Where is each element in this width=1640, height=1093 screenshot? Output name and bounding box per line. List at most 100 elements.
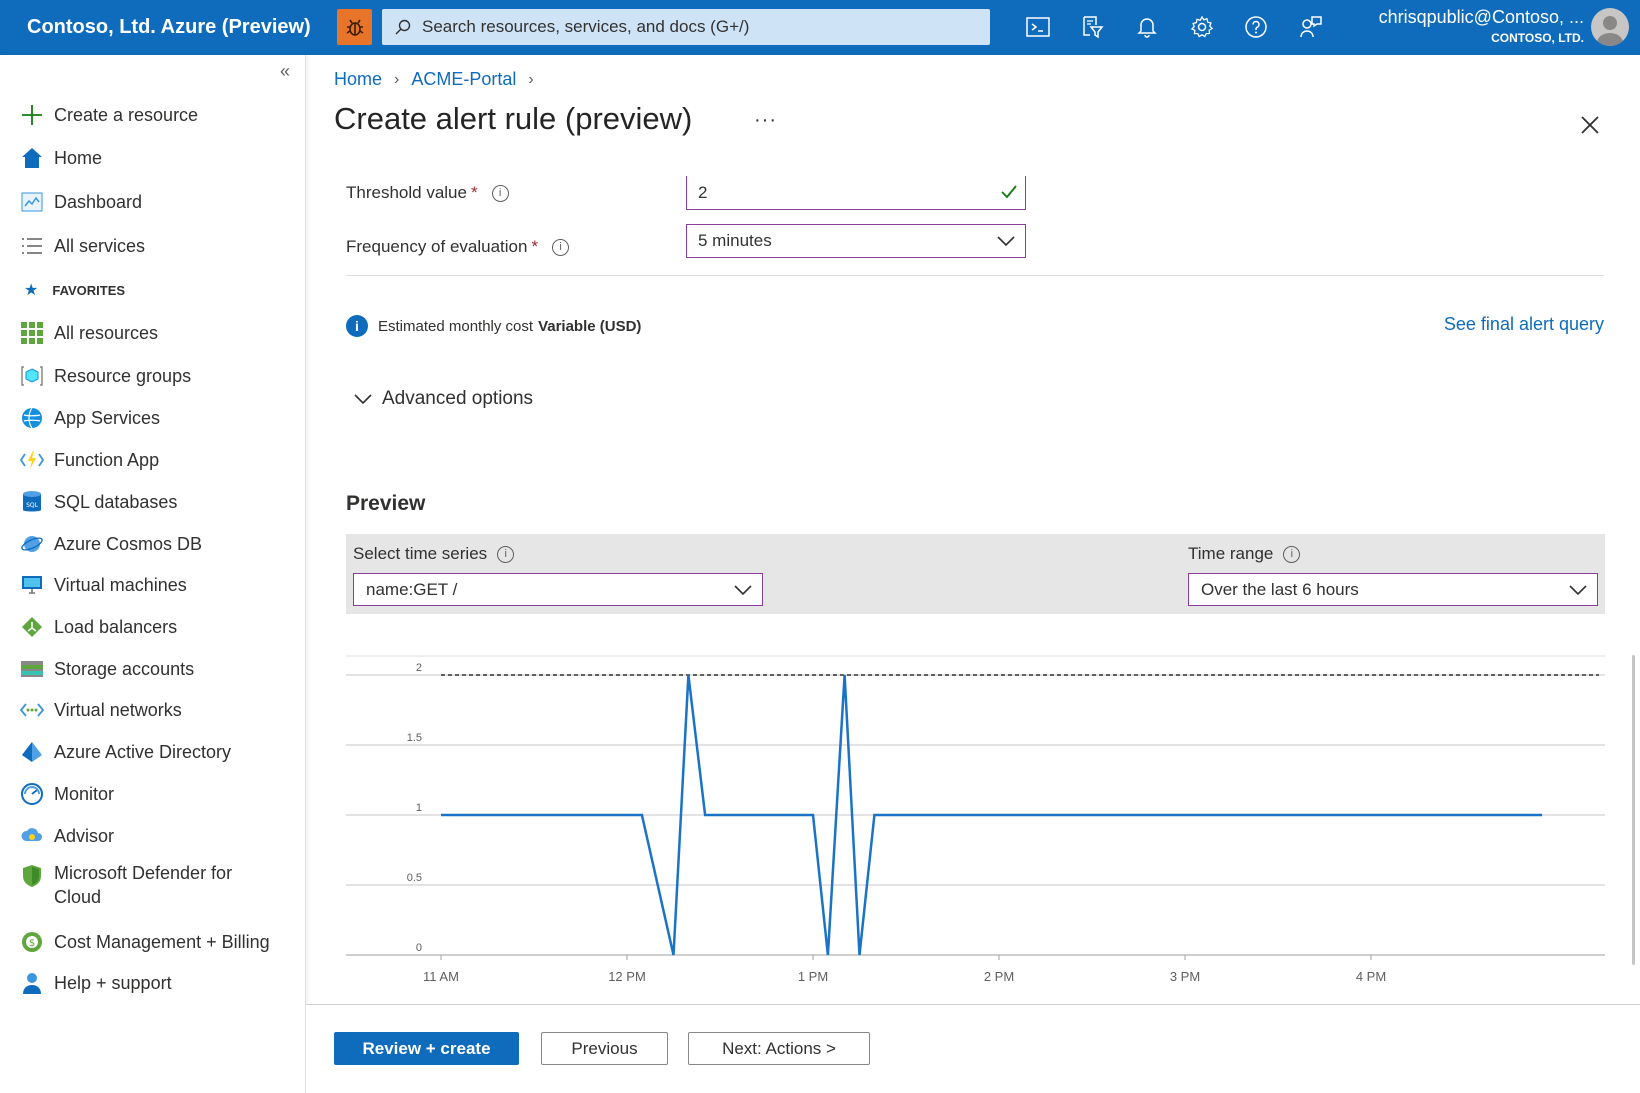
chevron-right-icon: ›: [394, 70, 400, 88]
sidebar-item-sql-databases[interactable]: SQL SQL databases: [20, 486, 177, 518]
time-range-label-text: Time range: [1188, 544, 1274, 563]
advanced-options-toggle[interactable]: Advanced options: [354, 388, 533, 410]
sidebar-item-create-resource[interactable]: Create a resource: [20, 99, 198, 131]
sql-icon: SQL: [20, 490, 44, 514]
sidebar-item-dashboard[interactable]: Dashboard: [20, 186, 142, 218]
global-search[interactable]: [382, 9, 990, 45]
x-tick-label: 4 PM: [1356, 969, 1386, 984]
favorites-header: ★ FAVORITES: [24, 280, 125, 300]
sidebar-item-label: Resource groups: [54, 365, 192, 386]
sidebar-item-function-app[interactable]: Function App: [20, 444, 159, 476]
frequency-dropdown[interactable]: 5 minutes: [686, 224, 1026, 258]
sidebar-item-all-services[interactable]: All services: [20, 230, 145, 262]
storage-icon: [20, 657, 44, 681]
time-range-dropdown[interactable]: Over the last 6 hours: [1188, 573, 1598, 606]
account-tenant: CONTOSO, LTD.: [1491, 31, 1584, 45]
sidebar-item-label: Azure Cosmos DB: [54, 533, 203, 554]
info-icon[interactable]: i: [497, 545, 515, 563]
review-create-button[interactable]: Review + create: [334, 1032, 519, 1065]
sidebar-item-load-balancers[interactable]: Load balancers: [20, 611, 177, 643]
sidebar-item-virtual-machines[interactable]: Virtual machines: [20, 569, 187, 601]
sidebar-item-label: Load balancers: [54, 616, 178, 637]
sidebar-item-resource-groups[interactable]: Resource groups: [20, 360, 191, 392]
monitor-icon: [20, 573, 44, 597]
sidebar-item-virtual-networks[interactable]: Virtual networks: [20, 694, 182, 726]
notifications-icon[interactable]: [1130, 10, 1164, 44]
directory-filter-icon[interactable]: [1075, 10, 1109, 44]
settings-gear-icon[interactable]: [1185, 10, 1219, 44]
sidebar-item-advisor[interactable]: Advisor: [20, 820, 114, 852]
sidebar-item-app-services[interactable]: App Services: [20, 402, 160, 434]
y-tick-label: 1.5: [407, 732, 422, 744]
x-tick-label: 2 PM: [984, 969, 1014, 984]
frequency-label: Frequency of evaluation * i: [346, 237, 570, 257]
search-input[interactable]: [422, 17, 982, 37]
bug-icon[interactable]: [337, 9, 372, 45]
scrollbar[interactable]: [1632, 655, 1635, 965]
account-info[interactable]: chrisqpublic@Contoso, ... CONTOSO, LTD.: [1379, 6, 1584, 46]
info-icon[interactable]: i: [552, 238, 570, 256]
sidebar-item-label: All services: [54, 235, 146, 256]
sidebar-item-label: Home: [54, 147, 103, 168]
shield-icon: [20, 864, 44, 888]
more-options-icon[interactable]: ···: [754, 109, 777, 132]
y-tick-label: 2: [416, 662, 422, 674]
sidebar-item-cost-management[interactable]: $ Cost Management + Billing: [20, 926, 270, 958]
sidebar-item-label: Azure Active Directory: [54, 741, 232, 762]
sidebar-item-label: Advisor: [54, 825, 115, 846]
breadcrumb-acme-portal[interactable]: ACME-Portal: [411, 69, 516, 90]
breadcrumb: Home › ACME-Portal ›: [334, 69, 546, 90]
feedback-icon[interactable]: [1294, 10, 1328, 44]
info-icon[interactable]: i: [1283, 545, 1301, 563]
list-icon: [20, 234, 44, 258]
help-icon[interactable]: [1239, 10, 1273, 44]
avatar[interactable]: [1591, 8, 1629, 46]
svg-text:$: $: [29, 938, 35, 949]
sidebar-item-label: Virtual networks: [54, 699, 182, 720]
series-label-text: Select time series: [353, 544, 488, 563]
dashboard-icon: [20, 190, 44, 214]
collapse-sidebar-icon[interactable]: «: [280, 61, 290, 82]
sidebar-item-label: Help + support: [54, 972, 172, 993]
x-tick-label: 12 PM: [608, 969, 646, 984]
info-filled-icon: i: [346, 315, 368, 337]
sidebar-item-label: Cost Management + Billing: [54, 931, 270, 952]
preview-title: Preview: [346, 492, 426, 515]
threshold-label-text: Threshold value: [346, 183, 467, 202]
sidebar-item-label: All resources: [54, 322, 159, 343]
sidebar-item-label: App Services: [54, 407, 161, 428]
sidebar: « Create a resource Home Dashboard All s…: [0, 55, 306, 1093]
y-tick-label: 1: [416, 802, 422, 814]
sidebar-item-help-support[interactable]: Help + support: [20, 967, 172, 999]
main-content: Home › ACME-Portal › Create alert rule (…: [306, 55, 1640, 1093]
time-series-dropdown[interactable]: name:GET /: [353, 573, 763, 606]
cloud-icon: [20, 824, 44, 848]
breadcrumb-home[interactable]: Home: [334, 69, 382, 90]
chevron-down-icon: [997, 236, 1015, 246]
previous-button[interactable]: Previous: [541, 1032, 668, 1065]
top-bar: Contoso, Ltd. Azure (Preview) chrisqpubl…: [0, 0, 1640, 55]
sidebar-item-home[interactable]: Home: [20, 142, 102, 174]
portal-brand[interactable]: Contoso, Ltd. Azure (Preview): [27, 0, 311, 55]
sidebar-item-label: Virtual machines: [54, 574, 187, 595]
sidebar-item-label: Create a resource: [54, 104, 199, 125]
sidebar-item-all-resources[interactable]: All resources: [20, 317, 158, 349]
sidebar-item-defender[interactable]: Microsoft Defender for Cloud: [20, 861, 244, 917]
next-actions-button[interactable]: Next: Actions >: [688, 1032, 870, 1065]
grid-icon: [20, 321, 44, 345]
sidebar-item-cosmos-db[interactable]: Azure Cosmos DB: [20, 528, 202, 560]
threshold-label: Threshold value * i: [346, 183, 509, 203]
x-tick-label: 3 PM: [1170, 969, 1200, 984]
y-tick-label: 0: [416, 942, 422, 954]
sidebar-item-storage-accounts[interactable]: Storage accounts: [20, 653, 194, 685]
threshold-field[interactable]: 2: [686, 176, 1026, 210]
close-icon[interactable]: [1578, 113, 1602, 137]
info-icon[interactable]: i: [491, 184, 509, 202]
coin-icon: $: [20, 930, 44, 954]
see-final-alert-query-link[interactable]: See final alert query: [1444, 314, 1604, 335]
sidebar-item-label: Dashboard: [54, 191, 143, 212]
diamond-icon: [20, 615, 44, 639]
sidebar-item-monitor[interactable]: Monitor: [20, 778, 114, 810]
cloud-shell-icon[interactable]: [1021, 10, 1055, 44]
sidebar-item-azure-ad[interactable]: Azure Active Directory: [20, 736, 231, 768]
